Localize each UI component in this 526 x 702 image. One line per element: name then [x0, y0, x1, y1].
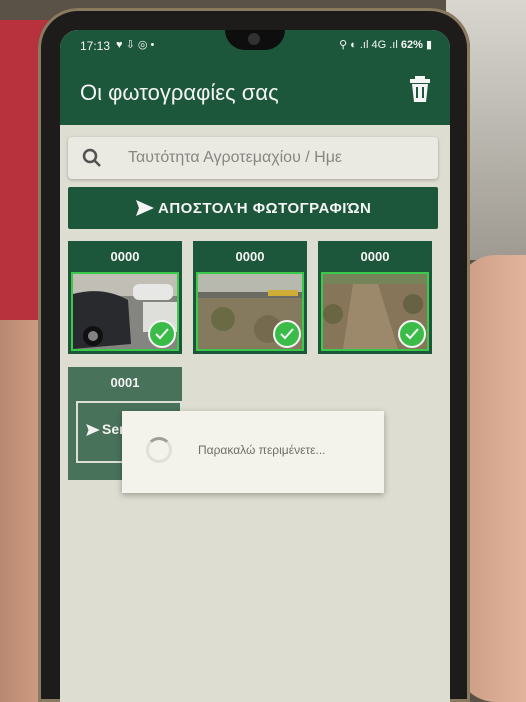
loading-spinner-icon — [146, 437, 172, 463]
dialog-message: Παρακαλώ περιμένετε... — [198, 443, 326, 457]
progress-dialog: Παρακαλώ περιμένετε... — [122, 411, 384, 493]
phone-screen: 17:13 ♥ ⇩ ◎ • ⚲ ◐ .ıl 4G .ıl 62% ▮ Οι φω… — [60, 30, 450, 702]
dialog-scrim — [60, 30, 450, 702]
